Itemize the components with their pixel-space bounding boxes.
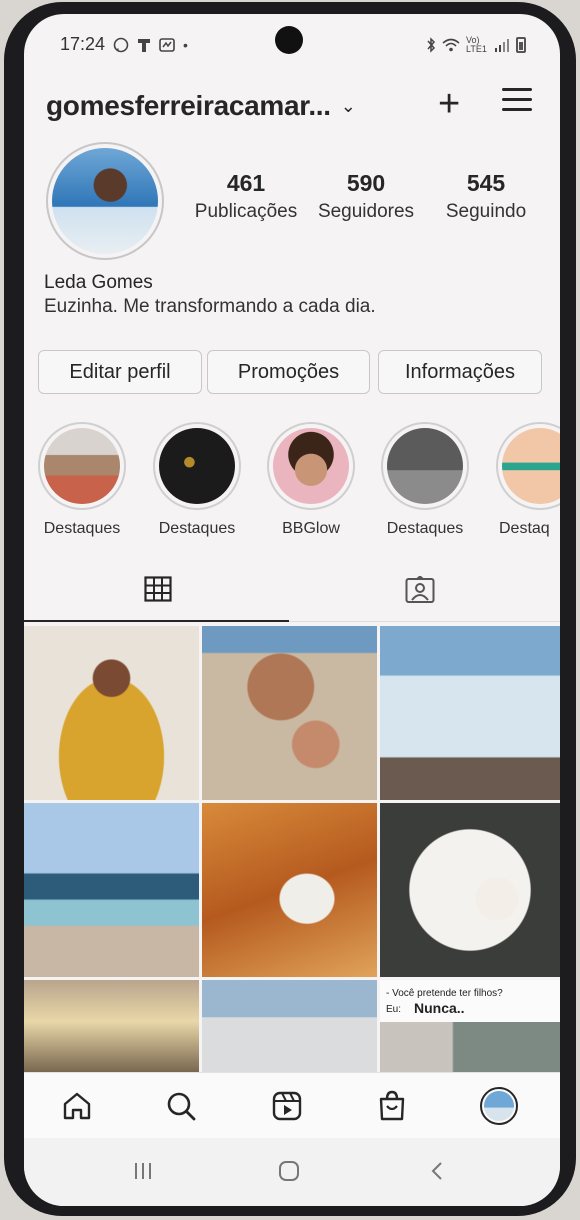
profile-tab-photo bbox=[484, 1091, 514, 1121]
whatsapp-icon bbox=[113, 37, 129, 52]
stat-followers[interactable]: 590 Seguidores bbox=[306, 170, 426, 223]
stat-following[interactable]: 545 Seguindo bbox=[426, 170, 546, 223]
stat-value: 461 bbox=[226, 170, 266, 196]
highlight-item[interactable]: Destaq bbox=[496, 422, 560, 538]
system-navigation bbox=[24, 1138, 560, 1206]
username[interactable]: gomesferreiracamar... bbox=[46, 90, 331, 122]
status-dot: • bbox=[183, 36, 188, 53]
highlight-label: Destaq bbox=[499, 520, 550, 537]
notification-icon bbox=[159, 37, 175, 52]
status-bar: 17:24 • bbox=[60, 34, 188, 55]
home-button-icon[interactable] bbox=[278, 1160, 300, 1182]
post-photo bbox=[380, 1022, 560, 1072]
stat-label: Seguidores bbox=[317, 201, 415, 222]
highlight-item[interactable]: Destaques bbox=[152, 422, 242, 538]
post-answer-prefix: Eu: bbox=[386, 1004, 402, 1015]
highlight-cover bbox=[387, 428, 463, 504]
signal-icon bbox=[495, 39, 509, 52]
post-thumbnail[interactable] bbox=[380, 803, 560, 977]
hamburger-menu-icon[interactable] bbox=[502, 88, 532, 112]
post-thumbnail[interactable] bbox=[24, 980, 199, 1072]
front-camera bbox=[275, 26, 303, 54]
promotions-button[interactable]: Promoções bbox=[207, 350, 370, 394]
grid-icon[interactable] bbox=[144, 576, 172, 602]
profile-bio: Euzinha. Me transformando a cada dia. bbox=[44, 296, 376, 317]
post-answer: Nunca.. bbox=[414, 1000, 465, 1016]
bottom-navigation bbox=[24, 1072, 560, 1138]
battery-icon bbox=[516, 37, 526, 53]
highlight-cover bbox=[159, 428, 235, 504]
post-thumbnail[interactable] bbox=[202, 803, 377, 977]
post-thumbnail[interactable]: - Você pretende ter filhos? Eu: Nunca.. bbox=[380, 980, 560, 1072]
profile-avatar-tab[interactable] bbox=[480, 1087, 518, 1125]
post-thumbnail[interactable] bbox=[24, 803, 199, 977]
shop-icon[interactable] bbox=[375, 1089, 409, 1123]
tagged-icon[interactable] bbox=[405, 576, 435, 604]
status-time: 17:24 bbox=[60, 34, 106, 54]
profile-header: gomesferreiracamar... ⌄ + bbox=[46, 82, 546, 130]
highlight-item[interactable]: Destaques bbox=[380, 422, 470, 538]
highlight-item[interactable]: BBGlow bbox=[266, 422, 356, 538]
post-thumbnail[interactable] bbox=[24, 626, 199, 800]
reels-icon[interactable] bbox=[270, 1089, 304, 1123]
highlight-cover bbox=[273, 428, 349, 504]
screen: 17:24 • Vo) LTE1 gomesferreiracamar... ⌄… bbox=[24, 14, 560, 1206]
back-icon[interactable] bbox=[426, 1160, 448, 1182]
phone-frame: 17:24 • Vo) LTE1 gomesferreiracamar... ⌄… bbox=[4, 2, 576, 1216]
network-label: Vo) LTE1 bbox=[466, 35, 487, 54]
stat-value: 545 bbox=[466, 170, 506, 196]
edit-profile-button[interactable]: Editar perfil bbox=[38, 350, 202, 394]
recent-apps-icon[interactable] bbox=[132, 1160, 154, 1182]
highlight-label: Destaques bbox=[158, 520, 236, 537]
bluetooth-icon bbox=[427, 37, 436, 53]
profile-photo bbox=[52, 148, 158, 254]
notification-icon bbox=[138, 38, 151, 52]
profile-stats: 461 Publicações 590 Seguidores 545 Segui… bbox=[186, 170, 546, 223]
highlight-label: BBGlow bbox=[282, 520, 340, 537]
tab-indicator bbox=[24, 620, 289, 622]
wifi-icon bbox=[442, 38, 460, 52]
tab-divider bbox=[289, 621, 560, 622]
info-button[interactable]: Informações bbox=[378, 350, 542, 394]
highlight-cover bbox=[44, 428, 120, 504]
stat-label: Publicações bbox=[194, 201, 298, 222]
home-icon[interactable] bbox=[60, 1089, 94, 1123]
search-icon[interactable] bbox=[164, 1089, 198, 1123]
post-thumbnail[interactable] bbox=[380, 626, 560, 800]
profile-avatar[interactable] bbox=[46, 142, 164, 260]
highlight-cover bbox=[502, 428, 560, 504]
post-thumbnail[interactable] bbox=[202, 626, 377, 800]
post-question: - Você pretende ter filhos? bbox=[386, 988, 503, 999]
highlight-label: Destaques bbox=[386, 520, 464, 537]
post-thumbnail[interactable] bbox=[202, 980, 377, 1072]
highlight-label: Destaques bbox=[43, 520, 121, 537]
create-plus-icon[interactable]: + bbox=[438, 84, 460, 124]
chevron-down-icon[interactable]: ⌄ bbox=[341, 96, 356, 117]
stat-value: 590 bbox=[346, 170, 386, 196]
stat-posts[interactable]: 461 Publicações bbox=[186, 170, 306, 223]
profile-name: Leda Gomes bbox=[44, 272, 153, 293]
status-icons: Vo) LTE1 bbox=[426, 36, 526, 54]
stat-label: Seguindo bbox=[445, 201, 527, 222]
highlight-item[interactable]: Destaques bbox=[37, 422, 127, 538]
